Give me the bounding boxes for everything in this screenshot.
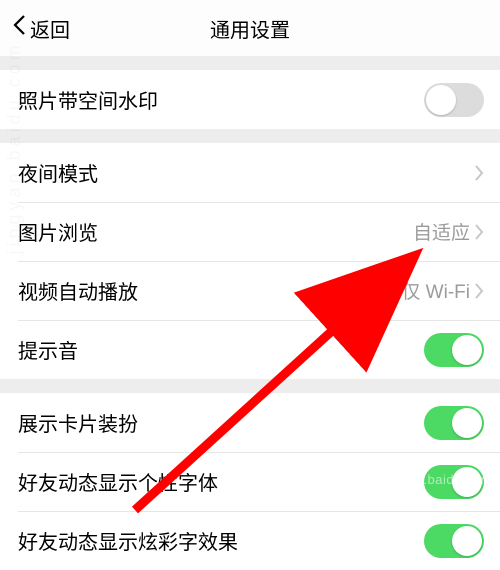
back-button[interactable]: 返回 — [12, 14, 70, 43]
row-label: 视频自动播放 — [18, 276, 401, 305]
group-separator — [0, 129, 500, 143]
group-separator — [0, 379, 500, 393]
row-label: 夜间模式 — [18, 158, 470, 187]
header: 返回 通用设置 — [0, 0, 500, 56]
chevron-right-icon — [474, 282, 484, 300]
row-label: 好友动态显示炫彩字效果 — [18, 526, 424, 555]
chevron-left-icon — [12, 14, 30, 42]
row-label: 好友动态显示个性字体 — [18, 467, 424, 496]
toggle-knob — [452, 467, 482, 497]
settings-row[interactable]: 好友动态显示炫彩字效果 — [0, 511, 500, 570]
chevron-right-icon — [474, 164, 484, 182]
group-separator — [0, 56, 500, 70]
row-value: 仅 Wi-Fi — [401, 277, 470, 304]
toggle-switch[interactable] — [424, 333, 484, 367]
toggle-switch[interactable] — [424, 83, 484, 117]
back-label: 返回 — [30, 14, 70, 43]
page-title: 通用设置 — [210, 14, 290, 43]
settings-row[interactable]: 照片带空间水印 — [0, 70, 500, 129]
settings-row[interactable]: 提示音 — [0, 320, 500, 379]
toggle-knob — [452, 526, 482, 556]
toggle-knob — [452, 335, 482, 365]
settings-row[interactable]: 夜间模式 — [0, 143, 500, 202]
settings-row[interactable]: 展示卡片装扮 — [0, 393, 500, 452]
toggle-knob — [452, 408, 482, 438]
toggle-switch[interactable] — [424, 465, 484, 499]
chevron-right-icon — [474, 223, 484, 241]
row-label: 照片带空间水印 — [18, 85, 424, 114]
settings-row[interactable]: 视频自动播放仅 Wi-Fi — [0, 261, 500, 320]
toggle-knob — [426, 85, 456, 115]
row-value: 自适应 — [413, 218, 470, 245]
settings-row[interactable]: 图片浏览自适应 — [0, 202, 500, 261]
toggle-switch[interactable] — [424, 406, 484, 440]
row-label: 展示卡片装扮 — [18, 408, 424, 437]
toggle-switch[interactable] — [424, 524, 484, 558]
settings-list: 照片带空间水印夜间模式图片浏览自适应视频自动播放仅 Wi-Fi提示音展示卡片装扮… — [0, 56, 500, 570]
settings-row[interactable]: 好友动态显示个性字体 — [0, 452, 500, 511]
row-label: 图片浏览 — [18, 217, 413, 246]
row-label: 提示音 — [18, 335, 424, 364]
